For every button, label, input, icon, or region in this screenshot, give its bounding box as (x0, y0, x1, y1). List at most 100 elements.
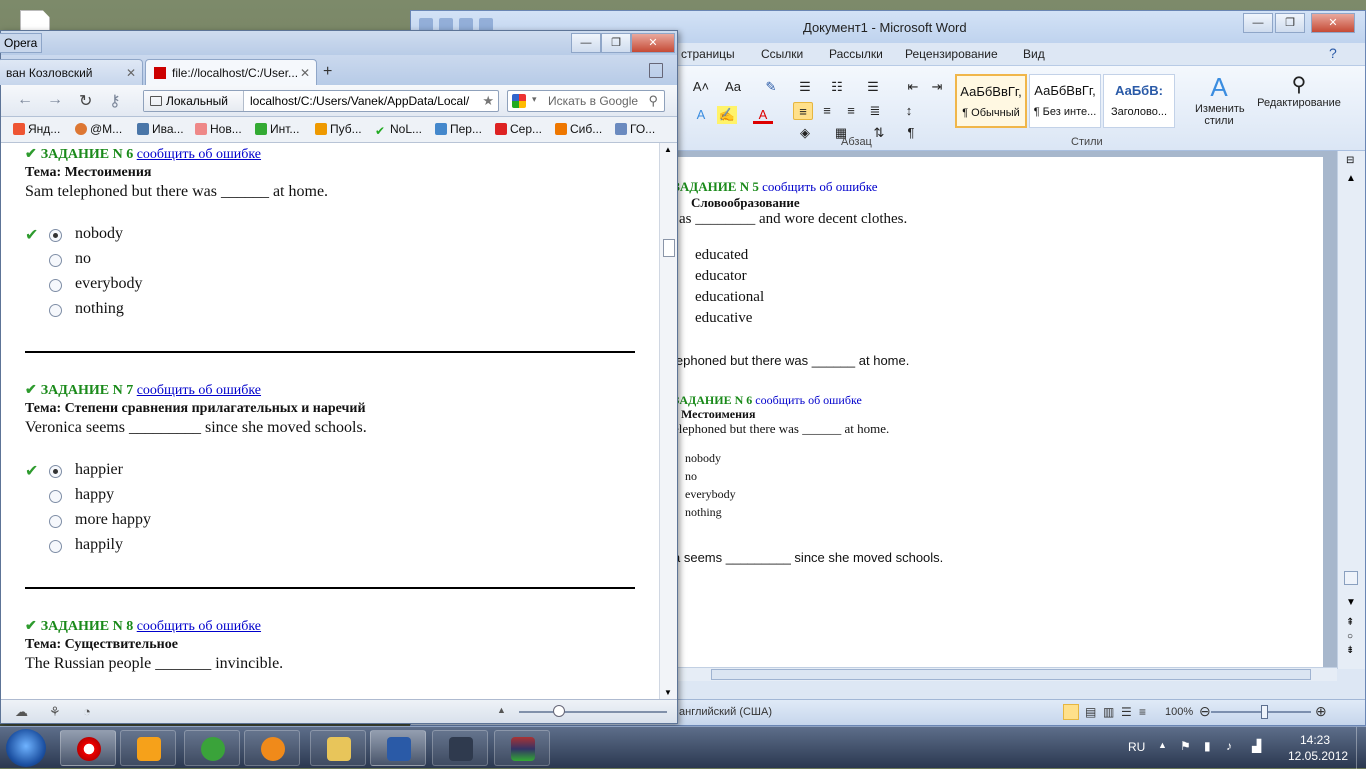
style-heading[interactable]: АаБбВ: Заголово... (1103, 74, 1175, 128)
turbo-icon[interactable]: ◔ (83, 704, 91, 719)
volume-icon[interactable]: ♪ (1226, 739, 1232, 753)
show-desktop-button[interactable] (1356, 727, 1366, 769)
bookmark-item[interactable]: @M... (75, 122, 122, 136)
style-normal[interactable]: АаБбВвГг, ¶ Обычный (955, 74, 1027, 128)
tab-view[interactable]: Вид (1023, 47, 1045, 61)
radio-button[interactable] (49, 279, 62, 292)
outline-icon[interactable]: ☰ (1121, 705, 1132, 719)
tab-local-file[interactable]: file://localhost/C:/User... ✕ (145, 59, 317, 85)
align-left-icon[interactable]: ≡ (793, 102, 813, 120)
taskbar-media-player[interactable] (120, 730, 176, 766)
radio-button[interactable] (49, 254, 62, 267)
address-bar[interactable]: Локальный localhost/C:/Users/Vanek/AppDa… (143, 90, 499, 112)
tab-review[interactable]: Рецензирование (905, 47, 998, 61)
numbering-icon[interactable]: ☷ (827, 78, 847, 96)
bullets-icon[interactable]: ☰ (795, 78, 815, 96)
bookmark-star-icon[interactable]: ★ (482, 93, 494, 109)
close-tab-icon[interactable]: ✕ (300, 66, 310, 80)
doc-report-link[interactable]: сообщить об ошибке (762, 179, 877, 194)
restore-button[interactable]: ❐ (1275, 13, 1305, 33)
taskbar-winrar[interactable] (494, 730, 550, 766)
browse-object-icon[interactable]: ○ (1347, 631, 1353, 642)
clock-date[interactable]: 12.05.2012 (1288, 749, 1348, 763)
scroll-down-icon[interactable]: ▼ (664, 688, 672, 697)
taskbar-word[interactable] (370, 730, 426, 766)
language-indicator[interactable]: RU (1128, 740, 1145, 754)
close-button[interactable]: ✕ (1311, 13, 1355, 33)
align-center-icon[interactable]: ≡ (817, 102, 837, 120)
bookmark-item[interactable]: Сер... (495, 122, 542, 136)
bookmark-item[interactable]: Ива... (137, 122, 184, 136)
align-right-icon[interactable]: ≡ (841, 102, 861, 120)
zoom-in-icon[interactable]: ⊕ (1315, 703, 1327, 720)
scroll-up-icon[interactable]: ▲ (1346, 173, 1356, 184)
start-button[interactable] (6, 729, 46, 767)
bookmark-item[interactable]: Пуб... (315, 122, 362, 136)
tab-mailings[interactable]: Рассылки (829, 47, 883, 61)
report-error-link[interactable]: сообщить об ошибке (137, 147, 261, 162)
minimize-button[interactable]: — (571, 33, 601, 53)
radio-button[interactable] (49, 540, 62, 553)
decrease-indent-icon[interactable]: ⇤ (903, 78, 923, 96)
radio-button[interactable] (49, 490, 62, 503)
zoom-slider[interactable] (519, 711, 667, 713)
font-size-icon[interactable]: A˄ (691, 78, 711, 96)
taskbar-utorrent[interactable] (184, 730, 240, 766)
pilcrow-icon[interactable]: ¶ (901, 124, 921, 142)
close-tab-icon[interactable]: ✕ (126, 66, 136, 80)
close-button[interactable]: ✕ (631, 33, 675, 53)
scroll-down-icon[interactable]: ▼ (1346, 597, 1356, 608)
print-layout-icon[interactable] (1063, 704, 1079, 720)
multilevel-icon[interactable]: ☰ (863, 78, 883, 96)
trash-icon[interactable] (649, 63, 663, 78)
url-text[interactable]: localhost/C:/Users/Vanek/AppData/Local/ (250, 94, 469, 108)
taskbar-video-app[interactable] (432, 730, 488, 766)
cloud-icon[interactable]: ☁ (15, 704, 28, 720)
change-styles-button[interactable]: A Изменить стили (1195, 72, 1245, 127)
restore-button[interactable]: ❐ (601, 33, 631, 53)
opera-menu-button[interactable]: Opera (0, 33, 43, 53)
clock-time[interactable]: 14:23 (1300, 733, 1330, 747)
bookmark-item[interactable]: Нов... (195, 122, 242, 136)
style-no-spacing[interactable]: АаБбВвГг, ¶ Без инте... (1029, 74, 1101, 128)
power-icon[interactable]: ▮ (1204, 739, 1211, 753)
taskbar-explorer[interactable] (310, 730, 366, 766)
radio-button[interactable] (49, 229, 62, 242)
chevron-down-icon[interactable]: ▾ (532, 94, 537, 105)
tab-vk[interactable]: ван Козловский ✕ (0, 59, 143, 85)
bookmark-item[interactable]: Инт... (255, 122, 299, 136)
zoom-slider-handle[interactable] (553, 705, 565, 717)
zoom-slider-handle[interactable] (1261, 705, 1268, 719)
zoom-out-icon[interactable]: ⊖ (1199, 703, 1211, 720)
justify-icon[interactable]: ≣ (865, 102, 885, 120)
view-toggle-icon[interactable]: ▲ (497, 705, 506, 715)
scroll-up-icon[interactable]: ▲ (664, 145, 672, 154)
radio-button[interactable] (49, 304, 62, 317)
line-spacing-icon[interactable]: ↕ (899, 102, 919, 120)
draft-icon[interactable]: ≡ (1139, 705, 1146, 719)
highlight-icon[interactable]: ✍ (717, 106, 737, 124)
minimize-button[interactable]: — (1243, 13, 1273, 33)
key-icon[interactable]: ⚷ (109, 91, 121, 111)
shading-icon[interactable]: ◈ (795, 124, 815, 142)
sort-icon[interactable]: ⇅ (869, 124, 889, 142)
language-status[interactable]: английский (США) (679, 706, 772, 718)
page-scrollbar[interactable]: ▲ ▼ (659, 143, 677, 699)
local-badge[interactable]: Локальный (144, 91, 244, 111)
web-layout-icon[interactable]: ▥ (1103, 705, 1114, 719)
back-icon[interactable]: ← (17, 91, 33, 109)
radio-button[interactable] (49, 465, 62, 478)
doc-report-link[interactable]: сообщить об ошибке (755, 393, 862, 407)
report-error-link[interactable]: сообщить об ошибке (137, 619, 261, 634)
next-page-icon[interactable]: ⇟ (1346, 645, 1354, 656)
tray-expand-icon[interactable]: ▲ (1158, 740, 1167, 750)
zoom-level[interactable]: 100% (1165, 706, 1193, 718)
bookmark-item[interactable]: ✔ NoL... (375, 122, 422, 138)
scroll-thumb[interactable] (711, 669, 1311, 680)
reload-icon[interactable]: ↻ (79, 91, 92, 111)
bookmark-item[interactable]: ГО... (615, 122, 655, 136)
flag-icon[interactable]: ⚑ (1180, 739, 1191, 753)
network-icon[interactable]: ▟ (1252, 739, 1261, 753)
tab-references[interactable]: Ссылки (761, 47, 803, 61)
bookmark-item[interactable]: Янд... (13, 122, 60, 136)
